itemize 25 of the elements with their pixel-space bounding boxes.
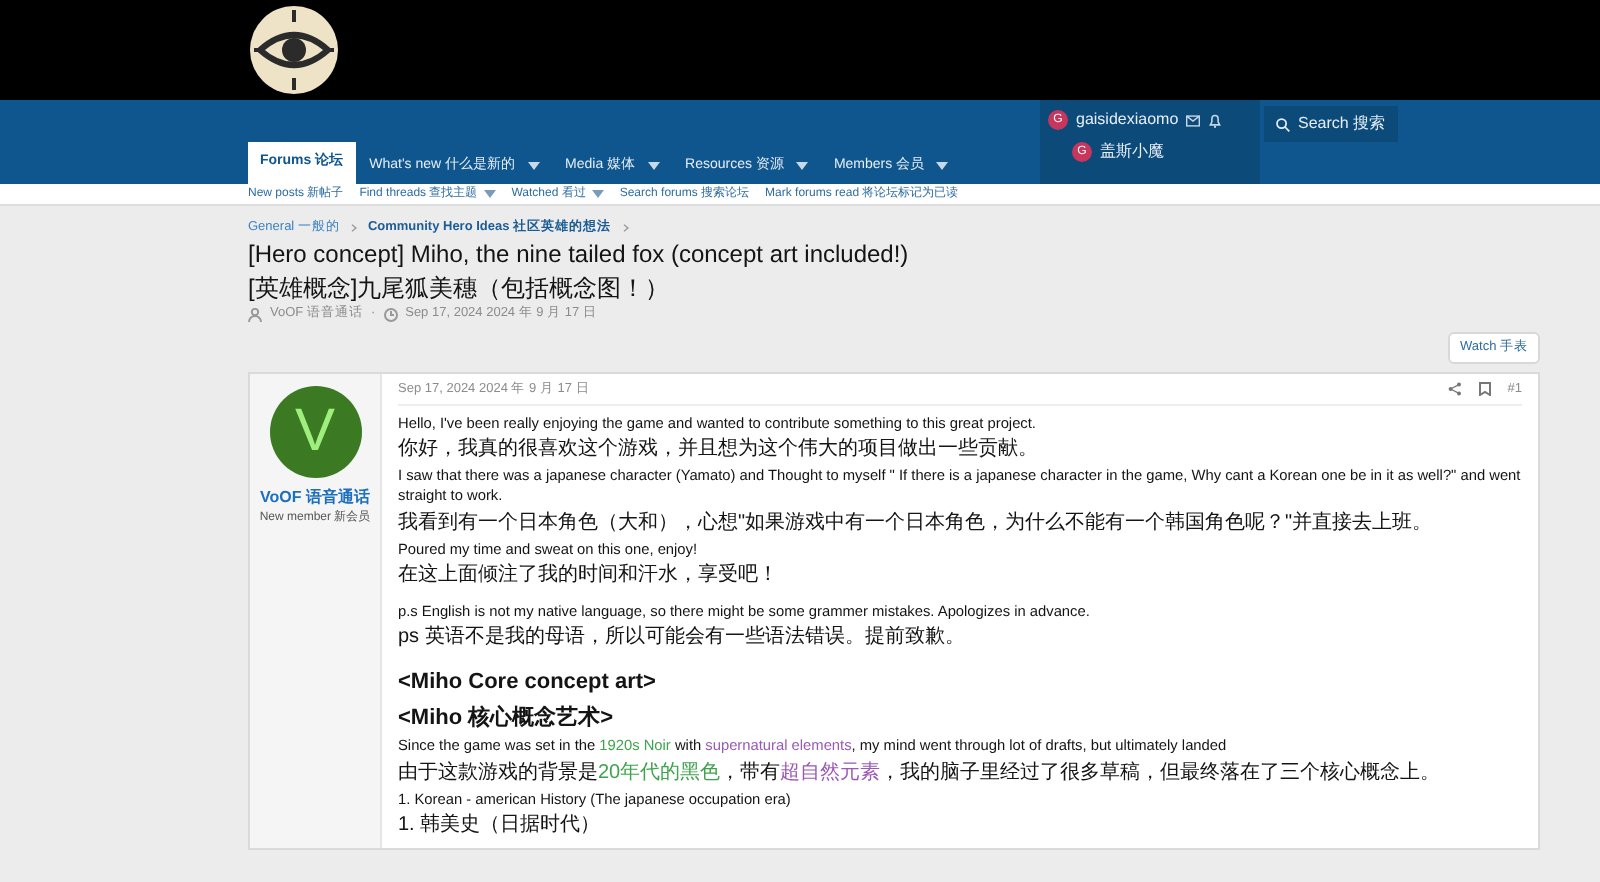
post-paragraph: ps 英语不是我的母语，所以可能会有一些语法错误。提前致歉。	[398, 626, 967, 651]
bell-icon	[1208, 113, 1223, 127]
post-paragraph: 你好，我真的很喜欢这个游戏，并且想为这个伟大的项目做出一些贡献。	[398, 437, 1040, 462]
post-paragraph: 在这上面倾注了我的时间和汗水，享受吧！	[398, 564, 780, 589]
user-name[interactable]: 盖斯小魔	[1100, 140, 1164, 164]
mail-icon	[1186, 113, 1201, 127]
clock-icon	[383, 307, 398, 322]
search-button[interactable]: Search 搜索	[1264, 106, 1398, 142]
post-paragraph: 由于这款游戏的背景是20年代的黑色，带有超自然元素，我的脑子里经过了很多草稿，但最终落在了三个核心概念上。	[398, 761, 1443, 786]
thread-title: [英雄概念]九尾狐美穗（包括概念图！）	[248, 271, 672, 305]
post-paragraph: 我看到有一个日本角色（大和），心想"如果游戏中有一个日本角色，为什么不能有一个韩国角色呢？"并直接去上班。	[398, 511, 1435, 536]
chevron-icon	[619, 223, 632, 232]
bookmark-icon	[1477, 382, 1492, 397]
user-name[interactable]: gaisidexiaomo	[1076, 108, 1179, 132]
section-heading: <Miho Core concept art>	[398, 668, 658, 699]
search-icon	[1276, 117, 1290, 131]
eye-logo[interactable]	[248, 4, 340, 96]
share-icon	[1447, 382, 1462, 397]
post-author[interactable]: VoOF 语音通话	[250, 485, 380, 510]
chevron-icon	[347, 223, 360, 232]
user-icon	[248, 307, 262, 322]
post-paragraph: 1. 韩美史（日据时代）	[398, 814, 603, 839]
section-heading: <Miho 核心概念艺术>	[398, 703, 616, 734]
thread-title: [Hero concept] Miho, the nine tailed fox (concept art included!)	[248, 237, 911, 272]
avatar-circle[interactable]: V	[269, 385, 361, 478]
